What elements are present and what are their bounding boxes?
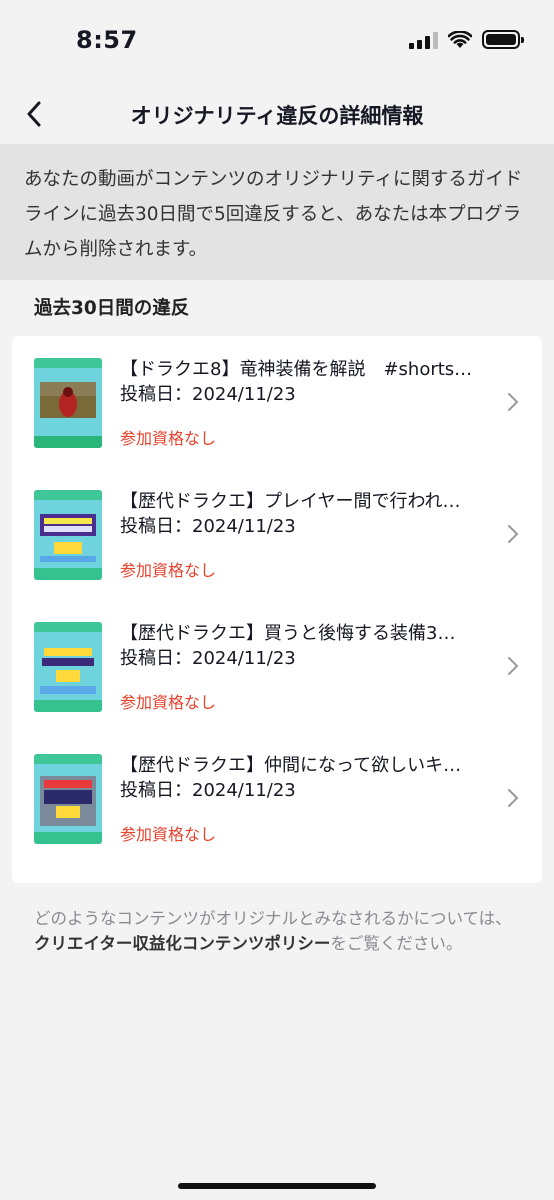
post-date: 投稿日：2024/11/23 bbox=[120, 648, 296, 669]
status-time: 8:57 bbox=[76, 26, 138, 54]
violation-notice: あなたの動画がコンテンツのオリジナリティに関するガイドラインに過去30日間で5回… bbox=[0, 144, 554, 280]
battery-icon bbox=[482, 30, 524, 49]
violation-item[interactable]: 【歴代ドラクエ】プレイヤー間で行われ… 投稿日：2024/11/23 参加資格な… bbox=[12, 468, 542, 600]
status-bar: 8:57 bbox=[0, 0, 554, 84]
page-title: オリジナリティ違反の詳細情報 bbox=[130, 104, 424, 128]
violation-item[interactable]: 【ドラクエ8】竜神装備を解説 #shorts… 投稿日：2024/11/23 参… bbox=[12, 336, 542, 468]
video-thumbnail bbox=[34, 754, 102, 844]
policy-note-prefix: どのようなコンテンツがオリジナルとみなされるかについては、 bbox=[34, 909, 512, 928]
eligibility-status: 参加資格なし bbox=[120, 429, 217, 448]
chevron-right-icon bbox=[508, 393, 518, 411]
post-date: 投稿日：2024/11/23 bbox=[120, 384, 296, 405]
status-icons bbox=[409, 30, 524, 49]
eligibility-status: 参加資格なし bbox=[120, 693, 217, 712]
eligibility-status: 参加資格なし bbox=[120, 825, 217, 844]
video-title: 【歴代ドラクエ】買うと後悔する装備3… bbox=[120, 623, 456, 644]
violation-item[interactable]: 【歴代ドラクエ】仲間になって欲しいキ… 投稿日：2024/11/23 参加資格な… bbox=[12, 732, 542, 864]
chevron-right-icon bbox=[508, 789, 518, 807]
wifi-icon bbox=[448, 30, 472, 48]
video-thumbnail bbox=[34, 490, 102, 580]
section-title: 過去30日間の違反 bbox=[34, 298, 190, 319]
video-title: 【歴代ドラクエ】仲間になって欲しいキ… bbox=[120, 755, 462, 776]
policy-note-suffix: をご覧ください。 bbox=[330, 934, 463, 953]
video-thumbnail bbox=[34, 358, 102, 448]
video-thumbnail bbox=[34, 622, 102, 712]
cellular-signal-icon bbox=[409, 31, 438, 49]
post-date: 投稿日：2024/11/23 bbox=[120, 780, 296, 801]
chevron-right-icon bbox=[508, 657, 518, 675]
video-title: 【ドラクエ8】竜神装備を解説 #shorts… bbox=[120, 359, 473, 380]
violation-item[interactable]: 【歴代ドラクエ】買うと後悔する装備3… 投稿日：2024/11/23 参加資格な… bbox=[12, 600, 542, 732]
violations-list: 【ドラクエ8】竜神装備を解説 #shorts… 投稿日：2024/11/23 参… bbox=[12, 336, 542, 883]
video-title: 【歴代ドラクエ】プレイヤー間で行われ… bbox=[120, 491, 461, 512]
policy-note: どのようなコンテンツがオリジナルとみなされるかについては、クリエイター収益化コン… bbox=[34, 906, 524, 956]
chevron-right-icon bbox=[508, 525, 518, 543]
eligibility-status: 参加資格なし bbox=[120, 561, 217, 580]
home-indicator bbox=[178, 1183, 376, 1189]
nav-bar: オリジナリティ違反の詳細情報 bbox=[0, 84, 554, 144]
post-date: 投稿日：2024/11/23 bbox=[120, 516, 296, 537]
content-policy-link[interactable]: クリエイター収益化コンテンツポリシー bbox=[34, 934, 330, 953]
